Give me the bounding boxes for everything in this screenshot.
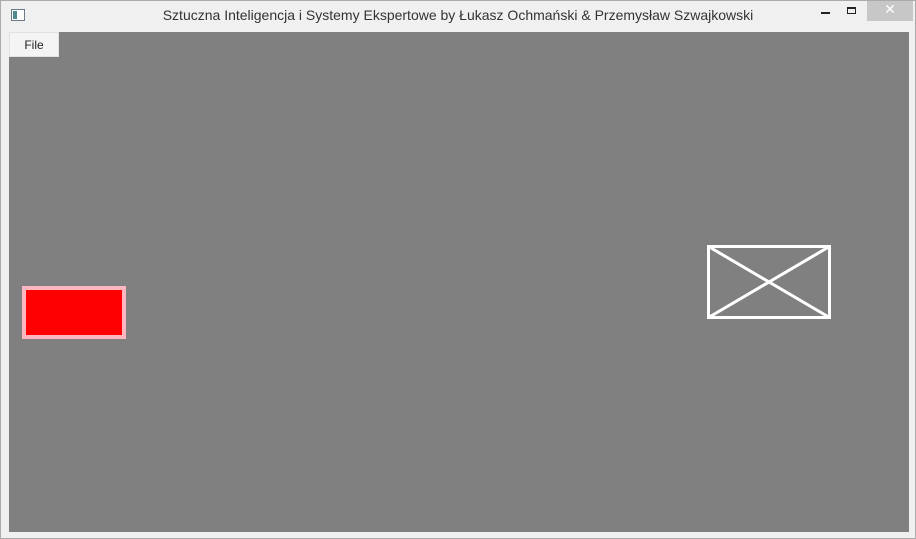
close-button[interactable]: ✕ (867, 1, 913, 21)
envelope-icon[interactable] (707, 245, 831, 319)
title-bar[interactable]: Sztuczna Inteligencja i Systemy Eksperto… (1, 1, 915, 31)
menu-file[interactable]: File (9, 32, 59, 57)
close-icon: ✕ (884, 2, 896, 18)
window-title: Sztuczna Inteligencja i Systemy Eksperto… (162, 7, 754, 23)
menu-bar: File (9, 32, 59, 57)
minimize-button[interactable] (811, 1, 839, 21)
maximize-button[interactable] (839, 1, 865, 21)
drawing-canvas[interactable] (9, 32, 909, 532)
app-window: Sztuczna Inteligencja i Systemy Eksperto… (0, 0, 916, 539)
red-block[interactable] (22, 286, 126, 339)
